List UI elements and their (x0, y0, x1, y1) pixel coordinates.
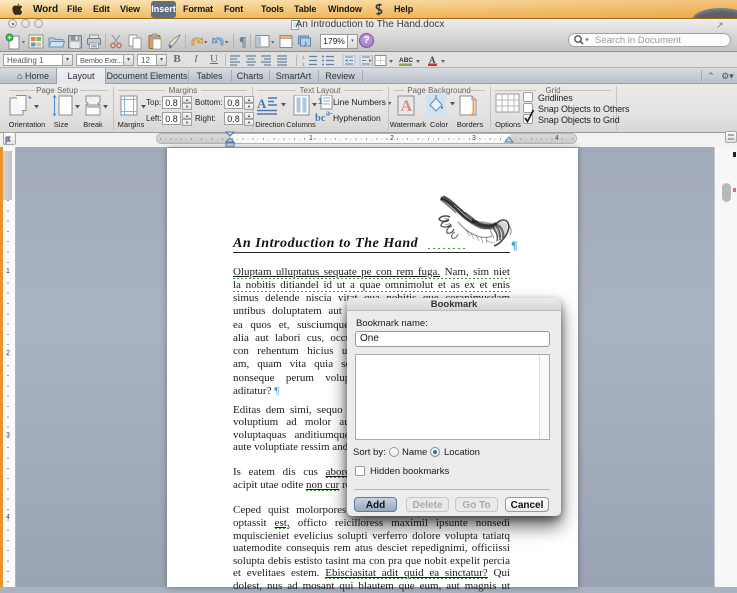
svg-text:a-: a- (326, 109, 333, 118)
svg-text:A: A (257, 96, 267, 111)
svg-text:♪: ♪ (303, 39, 308, 49)
svg-text:A: A (401, 98, 413, 115)
svg-text:1: 1 (302, 55, 305, 60)
svg-text:2: 2 (302, 62, 305, 66)
svg-text:ABC: ABC (399, 57, 413, 64)
svg-text:1: 1 (318, 97, 323, 106)
svg-text:¶: ¶ (239, 35, 247, 50)
